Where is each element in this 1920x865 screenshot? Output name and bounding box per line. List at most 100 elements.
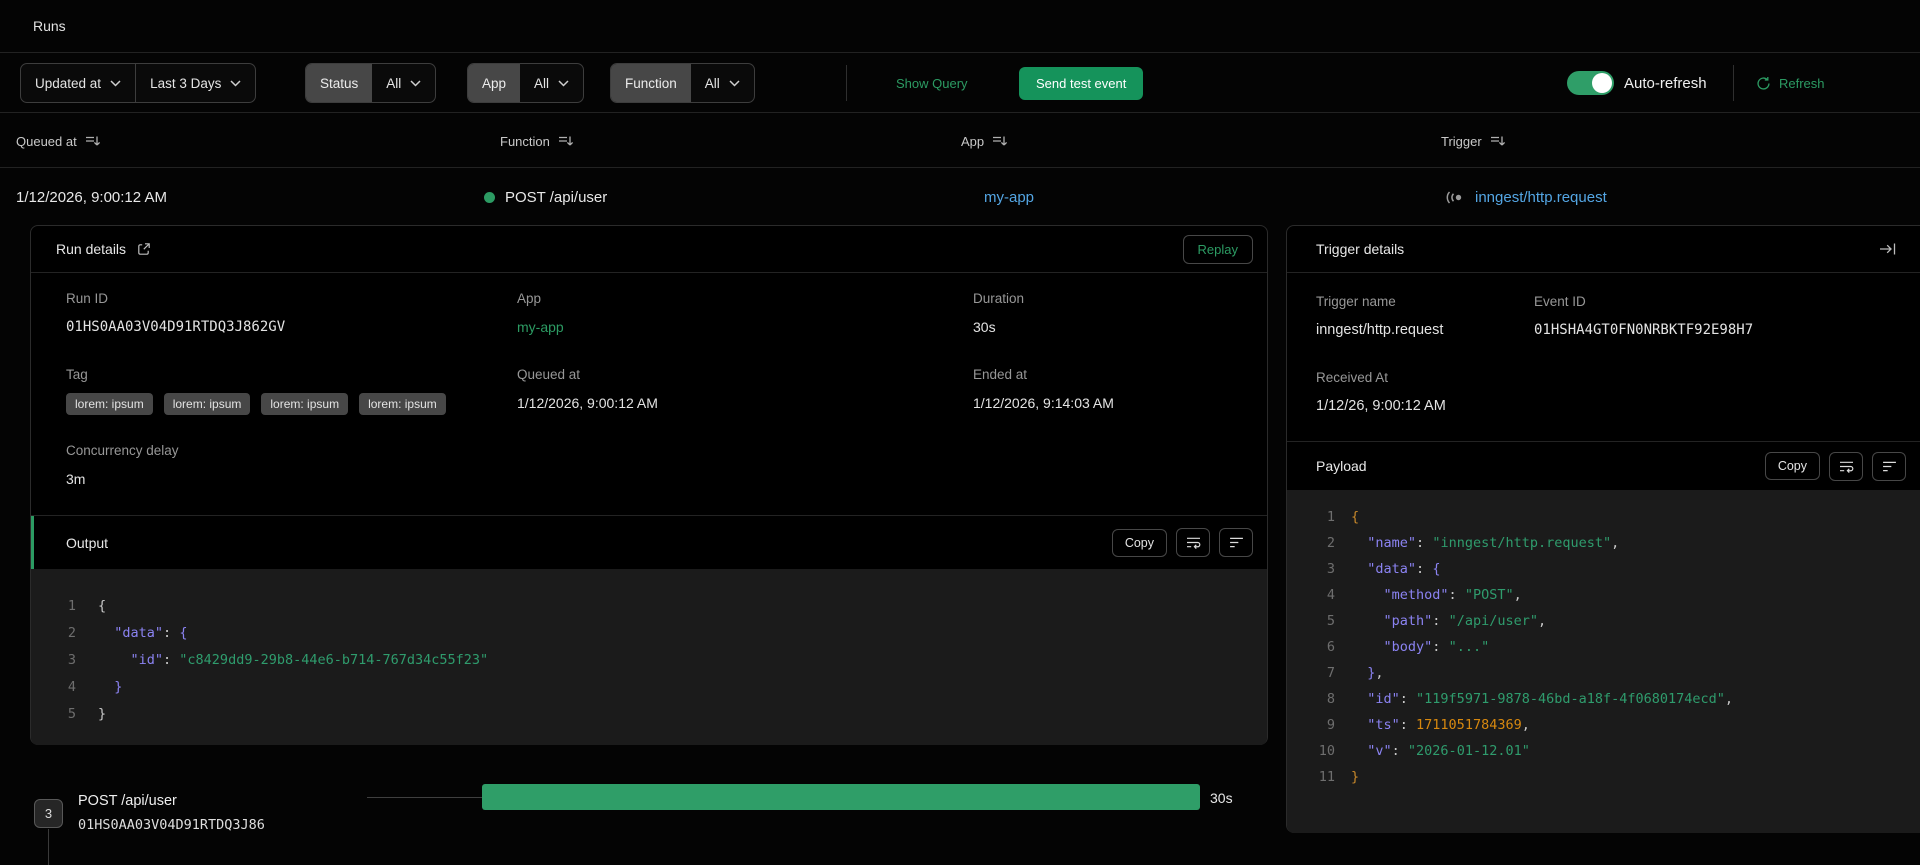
- code-line: 10 "v": "2026-01-12.01": [1287, 738, 1920, 764]
- code-line: 3 "data": {: [1287, 556, 1920, 582]
- format-lines-icon: [1882, 461, 1896, 471]
- app-filter[interactable]: App All: [467, 63, 585, 103]
- function-filter-value[interactable]: All: [691, 64, 754, 102]
- field-received-at: Received At 1/12/26, 9:00:12 AM: [1316, 370, 1446, 414]
- cell-queued-at: 1/12/2026, 9:00:12 AM: [16, 188, 167, 206]
- line-number: 5: [1326, 613, 1335, 629]
- trigger-details-panel: Trigger details Trigger name inngest/htt…: [1286, 225, 1920, 833]
- line-number: 2: [67, 625, 76, 641]
- payload-code[interactable]: 1{2 "name": "inngest/http.request", 3 "da…: [1287, 490, 1920, 833]
- chevron-down-icon: [410, 79, 421, 87]
- chevron-down-icon: [110, 79, 121, 87]
- auto-refresh-toggle[interactable]: [1567, 71, 1614, 95]
- code-line: 2 "name": "inngest/http.request",: [1287, 530, 1920, 556]
- table-row[interactable]: 1/12/2026, 9:00:12 AM POST /api/user my-…: [0, 169, 1920, 225]
- sort-icon: [558, 136, 573, 146]
- trigger-details-title: Trigger details: [1316, 241, 1405, 257]
- app-filter-value[interactable]: All: [520, 64, 583, 102]
- show-query-button[interactable]: Show Query: [896, 54, 968, 113]
- field-queued-at: Queued at 1/12/2026, 9:00:12 AM: [517, 367, 658, 411]
- format-lines-button[interactable]: [1872, 451, 1906, 481]
- output-header: Output Copy: [31, 515, 1267, 569]
- replay-button[interactable]: Replay: [1182, 234, 1253, 264]
- app-filter-label: App: [468, 64, 521, 102]
- filter-divider: [1733, 65, 1734, 101]
- output-title: Output: [66, 534, 109, 551]
- line-number: 8: [1326, 691, 1335, 707]
- chevron-down-icon: [729, 79, 740, 87]
- line-number: 4: [1326, 587, 1335, 603]
- top-bar: Runs: [0, 0, 1920, 53]
- field-trigger-name: Trigger name inngest/http.request: [1316, 294, 1444, 338]
- line-number: 11: [1318, 769, 1335, 785]
- line-number: 3: [1326, 561, 1335, 577]
- tag-badges: lorem: ipsum lorem: ipsum lorem: ipsum l…: [66, 393, 446, 415]
- line-number: 7: [1326, 665, 1335, 681]
- output-code[interactable]: 1{2 "data": {3 "id": "c8429dd9-29b8-44e6…: [31, 569, 1267, 745]
- timeline-run-id: 01HS0AA03V04D91RTDQ3J86: [78, 817, 265, 833]
- filter-divider: [846, 65, 847, 101]
- line-number: 3: [67, 652, 76, 668]
- refresh-icon: [1757, 76, 1770, 90]
- field-ended-at: Ended at 1/12/2026, 9:14:03 AM: [973, 367, 1114, 411]
- refresh-button[interactable]: Refresh: [1756, 54, 1825, 113]
- timeline-step-badge[interactable]: 3: [34, 799, 63, 828]
- run-id-value: 01HS0AA03V04D91RTDQ3J862GV: [66, 319, 286, 335]
- external-link-icon[interactable]: [137, 242, 151, 256]
- line-number: 9: [1326, 717, 1335, 733]
- timeline-connector-line: [367, 797, 482, 798]
- timeline-duration: 30s: [1210, 790, 1233, 806]
- copy-output-button[interactable]: Copy: [1111, 528, 1167, 557]
- toggle-knob: [1592, 73, 1612, 93]
- line-number: 1: [1326, 509, 1335, 525]
- refresh-label: Refresh: [1779, 76, 1825, 91]
- function-filter[interactable]: Function All: [610, 63, 755, 103]
- chevron-down-icon: [558, 79, 569, 87]
- cell-app-link[interactable]: my-app: [984, 169, 1034, 225]
- status-filter[interactable]: Status All: [305, 63, 437, 103]
- sort-field-select[interactable]: Updated at: [21, 64, 135, 102]
- format-lines-icon: [1229, 537, 1243, 548]
- payload-title: Payload: [1316, 458, 1367, 474]
- time-range-select[interactable]: Last 3 Days: [135, 64, 255, 102]
- run-details-title: Run details: [56, 241, 127, 257]
- sort-icon: [1490, 136, 1505, 146]
- status-filter-value[interactable]: All: [372, 64, 435, 102]
- code-line: 2 "data": {: [31, 620, 1267, 647]
- cell-function[interactable]: POST /api/user: [484, 169, 607, 225]
- cell-trigger-link[interactable]: inngest/http.request: [1444, 169, 1607, 225]
- tag-badge: lorem: ipsum: [66, 393, 153, 415]
- line-number: 5: [67, 706, 76, 722]
- field-concurrency-delay: Concurrency delay 3m: [66, 443, 179, 487]
- chevron-down-icon: [230, 79, 241, 87]
- timeline-progress-bar[interactable]: [482, 784, 1200, 810]
- word-wrap-button[interactable]: [1829, 451, 1863, 481]
- line-number: 6: [1326, 639, 1335, 655]
- column-header-app[interactable]: App: [961, 114, 1008, 168]
- app-link[interactable]: my-app: [517, 319, 564, 335]
- status-dot: [484, 191, 495, 203]
- sort-icon: [85, 136, 100, 146]
- line-number: 4: [67, 679, 76, 695]
- copy-payload-button[interactable]: Copy: [1764, 452, 1820, 480]
- time-range-label: Last 3 Days: [150, 75, 222, 91]
- auto-refresh-label: Auto-refresh: [1624, 75, 1707, 92]
- run-details-panel: Run details Replay Run ID 01HS0AA03V04D9…: [30, 225, 1268, 745]
- column-header-trigger[interactable]: Trigger: [1441, 114, 1506, 168]
- field-run-id: Run ID 01HS0AA03V04D91RTDQ3J862GV: [66, 291, 286, 335]
- code-line: 3 "id": "c8429dd9-29b8-44e6-b714-767d34c…: [31, 647, 1267, 674]
- status-filter-label: Status: [306, 64, 373, 102]
- sort-field-label: Updated at: [35, 75, 102, 91]
- sort-range-select[interactable]: Updated at Last 3 Days: [20, 63, 257, 103]
- line-number: 1: [67, 598, 76, 614]
- tag-badge: lorem: ipsum: [359, 393, 446, 415]
- column-header-queued-at[interactable]: Queued at: [16, 114, 101, 168]
- collapse-right-icon[interactable]: [1879, 242, 1896, 256]
- column-header-function[interactable]: Function: [500, 114, 574, 168]
- code-line: 8 "id": "119f5971-9878-46bd-a18f-4f06801…: [1287, 686, 1920, 712]
- trigger-details-fields: Trigger name inngest/http.request Event …: [1287, 273, 1920, 441]
- send-test-event-button[interactable]: Send test event: [1019, 67, 1144, 100]
- format-lines-button[interactable]: [1219, 528, 1253, 557]
- word-wrap-button[interactable]: [1176, 528, 1210, 557]
- field-app: App my-app: [517, 291, 564, 335]
